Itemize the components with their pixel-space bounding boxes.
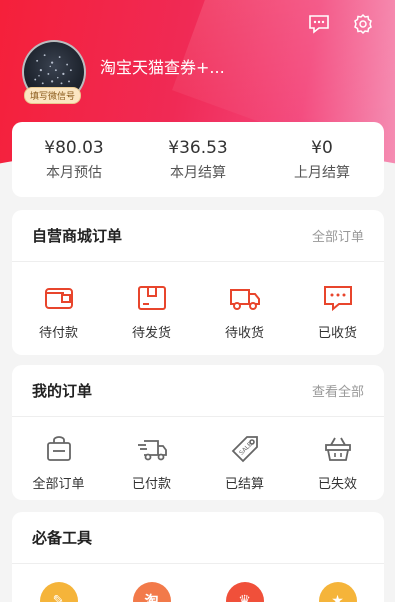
stat-value: ¥80.03 — [44, 137, 104, 158]
my-order-expired[interactable]: 已失效 — [291, 433, 384, 492]
top-icons — [307, 12, 375, 36]
stat-this-month-estimate[interactable]: ¥80.03 本月预估 — [13, 138, 136, 182]
mall-orders-header: 自营商城订单 全部订单 — [12, 210, 384, 262]
stat-label: 本月结算 — [170, 164, 226, 181]
my-orders-title: 我的订单 — [32, 382, 93, 400]
stat-label: 本月预估 — [46, 164, 102, 181]
basket-icon — [321, 433, 355, 465]
my-order-paid[interactable]: 已付款 — [105, 433, 198, 492]
truck-icon — [228, 282, 262, 314]
tools-card: 必备工具 ✎ 淘 ♛ ★ — [12, 512, 384, 602]
my-orders-card: 我的订单 查看全部 全部订单 已付款 SALE 已结算 已失效 — [12, 365, 384, 500]
order-status-label: 待付款 — [38, 326, 78, 341]
order-received[interactable]: 已收货 — [291, 282, 384, 341]
mall-orders-all-link[interactable]: 全部订单 — [312, 226, 364, 245]
edit-icon[interactable]: ✎ — [39, 582, 78, 602]
tools-header: 必备工具 — [12, 512, 384, 564]
bag-icon — [42, 433, 76, 465]
crown-icon[interactable]: ♛ — [225, 582, 264, 602]
my-orders-header: 我的订单 查看全部 — [12, 365, 384, 417]
tao-icon[interactable]: 淘 — [132, 582, 171, 602]
stat-label: 上月结算 — [294, 164, 350, 181]
order-pending-payment[interactable]: 待付款 — [12, 282, 105, 341]
order-pending-receipt[interactable]: 待收货 — [198, 282, 291, 341]
stat-this-month-settled[interactable]: ¥36.53 本月结算 — [137, 138, 260, 182]
my-order-all[interactable]: 全部订单 — [12, 433, 105, 492]
mall-orders-title: 自营商城订单 — [32, 227, 123, 245]
username: 淘宝天猫查券+... — [100, 58, 225, 77]
order-status-label: 待发货 — [131, 326, 171, 341]
wechat-badge[interactable]: 填写微信号 — [24, 87, 82, 104]
earnings-card: ¥80.03 本月预估 ¥36.53 本月结算 ¥0 上月结算 — [12, 122, 384, 197]
sale-tag-icon: SALE — [228, 433, 262, 465]
stat-last-month-settled[interactable]: ¥0 上月结算 — [261, 138, 384, 182]
chat-check-icon — [321, 282, 355, 314]
order-status-label: 待收货 — [224, 326, 264, 341]
my-order-label: 全部订单 — [32, 477, 85, 492]
stat-value: ¥36.53 — [168, 137, 228, 158]
order-pending-shipment[interactable]: 待发货 — [105, 282, 198, 341]
stat-value: ¥0 — [311, 137, 333, 158]
my-orders-all-link[interactable]: 查看全部 — [312, 381, 364, 400]
my-order-label: 已付款 — [131, 477, 171, 492]
order-status-label: 已收货 — [317, 326, 357, 341]
wallet-icon — [42, 282, 76, 314]
mall-orders-card: 自营商城订单 全部订单 待付款 待发货 待收货 已收货 — [12, 210, 384, 355]
star-icon[interactable]: ★ — [318, 582, 357, 602]
delivery-icon — [135, 433, 169, 465]
tools-title: 必备工具 — [32, 529, 93, 547]
package-icon — [135, 282, 169, 314]
message-icon[interactable] — [307, 12, 331, 36]
my-order-settled[interactable]: SALE 已结算 — [198, 433, 291, 492]
my-order-label: 已失效 — [317, 477, 357, 492]
my-order-label: 已结算 — [224, 477, 264, 492]
settings-icon[interactable] — [351, 12, 375, 36]
